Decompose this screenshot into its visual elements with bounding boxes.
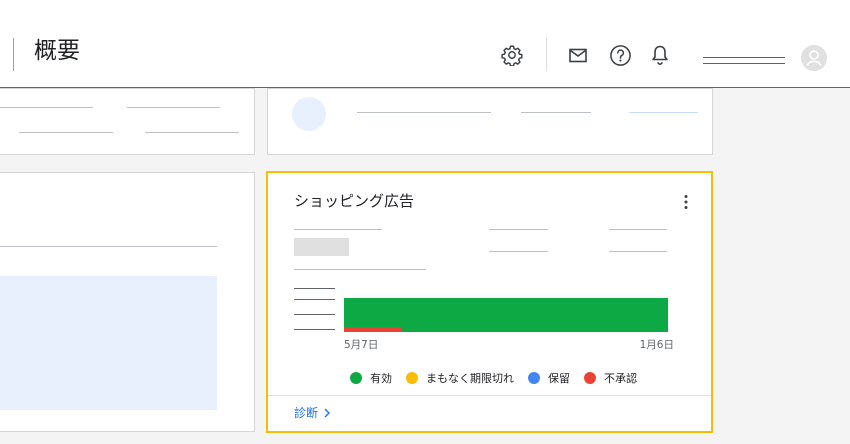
text-placeholder bbox=[0, 246, 217, 247]
legend-label: 有効 bbox=[370, 372, 392, 385]
legend-dot bbox=[584, 372, 596, 384]
text-placeholder bbox=[521, 112, 591, 113]
mail-icon[interactable] bbox=[569, 48, 587, 63]
shopping-ads-card: ショッピング広告 5月7日 1月6日 有効 まもなく期限切れ 保留 不承認 診断 bbox=[266, 171, 713, 433]
top-bar: 概要 bbox=[0, 0, 850, 88]
avatar-placeholder bbox=[292, 97, 326, 131]
text-placeholder bbox=[489, 229, 548, 230]
text-placeholder bbox=[357, 112, 491, 113]
more-vert-icon[interactable] bbox=[683, 194, 689, 210]
gear-icon[interactable] bbox=[501, 44, 523, 66]
legend-dot bbox=[406, 372, 418, 384]
help-icon[interactable] bbox=[609, 44, 632, 67]
status-bar-disapproved bbox=[344, 327, 401, 332]
legend-dot bbox=[350, 372, 362, 384]
header-divider bbox=[13, 38, 14, 71]
legend-label: 不承認 bbox=[604, 372, 637, 385]
link-placeholder bbox=[629, 112, 698, 113]
account-email-placeholder[interactable] bbox=[703, 63, 785, 64]
account-name-placeholder[interactable] bbox=[703, 57, 785, 58]
chart-start-date: 5月7日 bbox=[344, 339, 379, 351]
chart-row-label-placeholder bbox=[294, 329, 335, 330]
text-placeholder bbox=[127, 107, 220, 108]
text-placeholder bbox=[145, 132, 239, 133]
legend-item-expiring: まもなく期限切れ bbox=[406, 370, 514, 386]
chart-placeholder bbox=[0, 276, 217, 410]
legend-label: 保留 bbox=[548, 372, 570, 385]
page-title: 概要 bbox=[34, 38, 80, 64]
chart-row-label-placeholder bbox=[294, 288, 335, 289]
bell-icon[interactable] bbox=[650, 44, 670, 66]
chart-legend: 有効 まもなく期限切れ 保留 不承認 bbox=[350, 370, 637, 386]
value-placeholder bbox=[294, 238, 349, 256]
diagnostics-link-label: 診断 bbox=[294, 406, 319, 420]
legend-dot bbox=[528, 372, 540, 384]
card-title: ショッピング広告 bbox=[294, 192, 415, 210]
text-placeholder bbox=[19, 132, 113, 133]
performance-card bbox=[0, 172, 255, 432]
text-placeholder bbox=[609, 229, 667, 230]
text-placeholder bbox=[609, 251, 667, 252]
chart-row-label-placeholder bbox=[294, 314, 335, 315]
header-divider bbox=[546, 38, 547, 71]
legend-item-pending: 保留 bbox=[528, 370, 570, 386]
legend-label: まもなく期限切れ bbox=[426, 372, 514, 385]
text-placeholder bbox=[294, 269, 426, 270]
text-placeholder bbox=[294, 229, 382, 230]
text-placeholder bbox=[0, 107, 93, 108]
chart-row-label-placeholder bbox=[294, 299, 335, 300]
legend-item-disapproved: 不承認 bbox=[584, 370, 637, 386]
text-placeholder bbox=[489, 251, 548, 252]
account-avatar-icon[interactable] bbox=[800, 44, 828, 72]
chart-end-date: 1月6日 bbox=[639, 339, 674, 351]
chevron-right-icon bbox=[324, 408, 331, 418]
diagnostics-link[interactable]: 診断 bbox=[294, 405, 331, 421]
summary-card bbox=[0, 88, 255, 155]
legend-item-active: 有効 bbox=[350, 370, 392, 386]
card-footer-divider bbox=[268, 395, 711, 396]
summary-card bbox=[267, 88, 713, 155]
